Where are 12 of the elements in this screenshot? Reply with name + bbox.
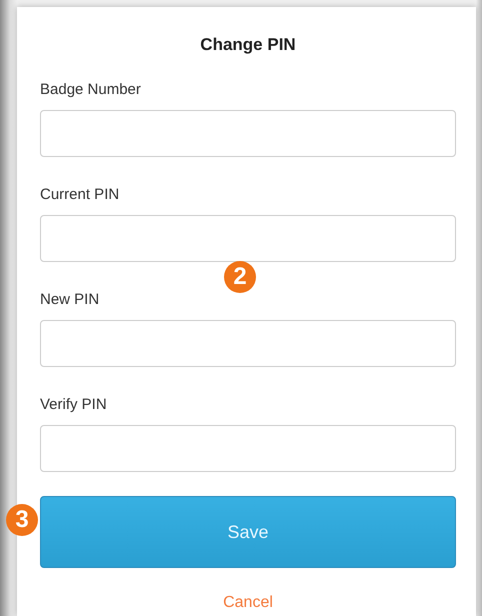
input-field[interactable]: [40, 110, 456, 157]
field-label: Verify PIN: [40, 396, 108, 414]
field-label: Badge Number: [40, 81, 142, 99]
save-button[interactable]: Save: [40, 496, 456, 568]
field-label: New PIN: [40, 291, 100, 309]
input-field[interactable]: [40, 320, 456, 367]
field-label: Current PIN: [40, 186, 120, 204]
callout-badge: 3: [6, 504, 38, 536]
input-field[interactable]: [40, 425, 456, 472]
cancel-link[interactable]: Cancel: [223, 594, 273, 611]
input-field[interactable]: [40, 215, 456, 262]
dialog-title: Change PIN: [199, 35, 297, 55]
